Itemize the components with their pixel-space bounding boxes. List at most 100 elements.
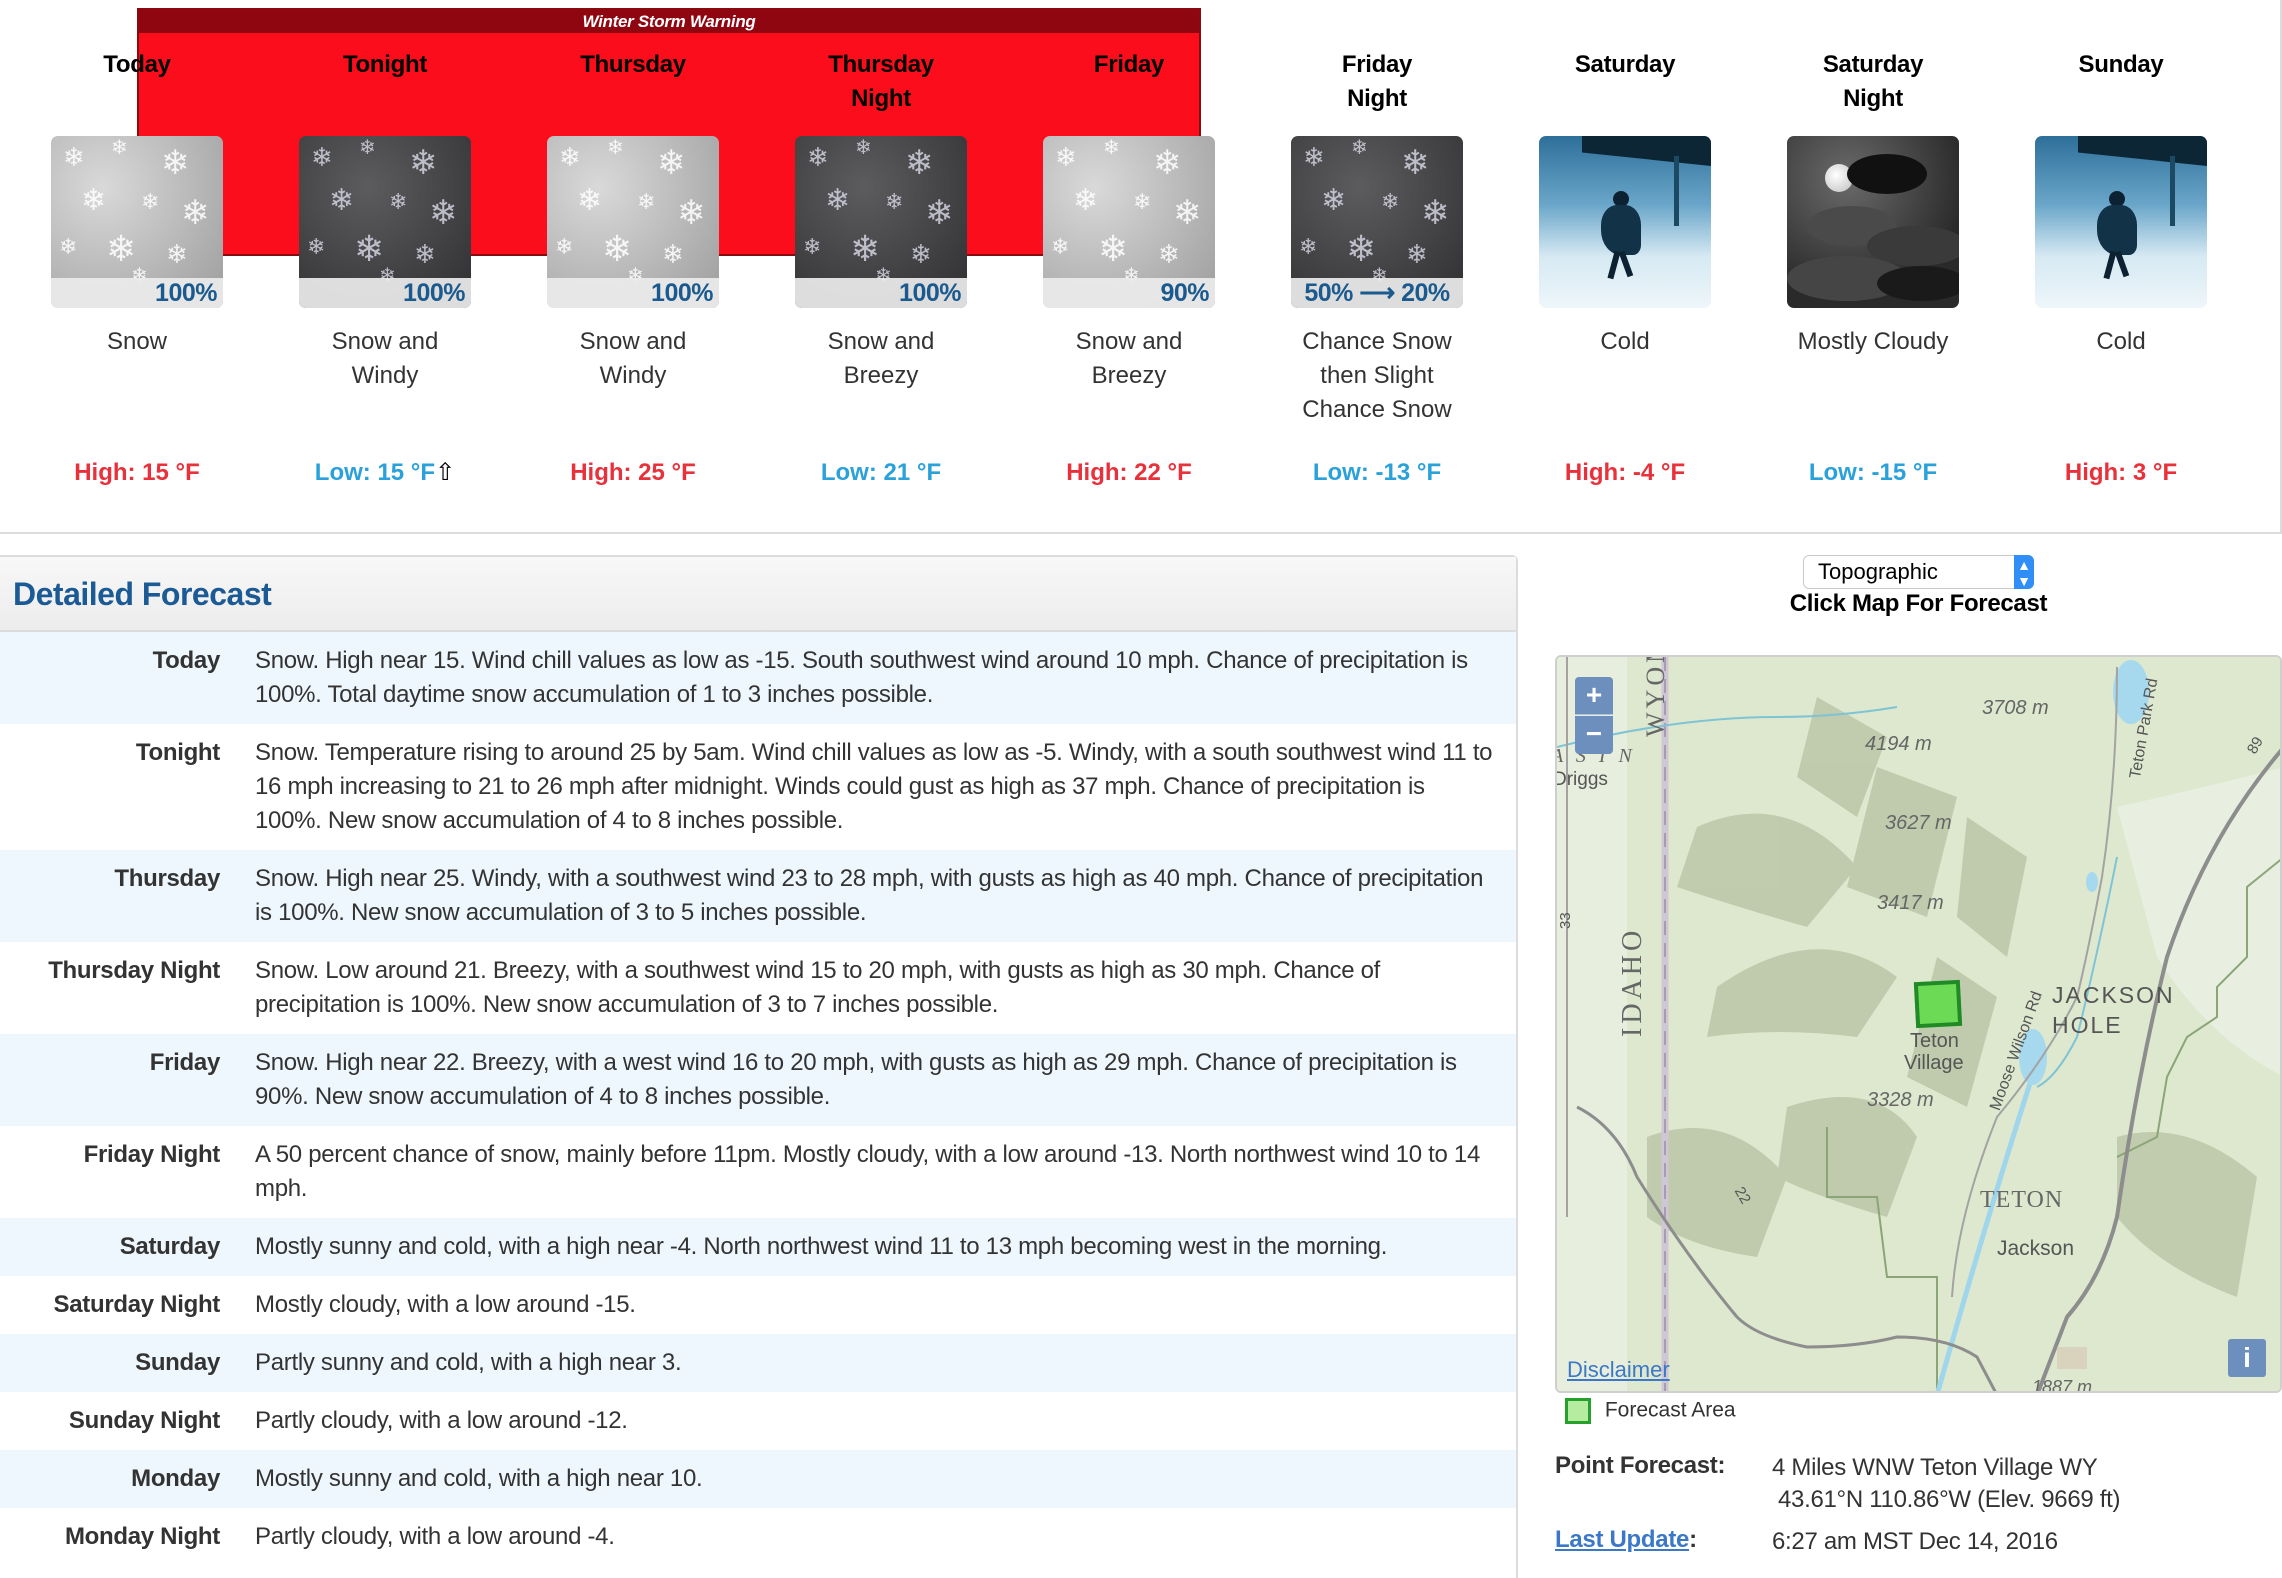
last-update-link[interactable]: Last Update (1555, 1526, 1689, 1553)
high-temperature: High: 25 °F (509, 456, 757, 490)
disclaimer-link[interactable]: Disclaimer (1567, 1357, 1670, 1383)
map-info-button[interactable]: i (2228, 1339, 2266, 1377)
snowflake-icon: ❄ (1133, 189, 1152, 214)
forecast-period[interactable]: Tonight ❄ ❄ ❄ ❄ ❄ ❄ ❄ ❄ ❄ ❄ 100% Snow and Windy Low: 1… (261, 0, 509, 530)
high-temperature: High: -4 °F (1501, 456, 1749, 490)
detailed-forecast-panel: Detailed Forecast Today Snow. High near 1… (0, 555, 1518, 1578)
snowflake-icon: ❄ (389, 189, 408, 214)
cloudy-night-weather-icon[interactable] (1787, 136, 1959, 308)
snowflake-icon: ❄ (1051, 234, 1070, 259)
period-name: Thursday Night (757, 48, 1005, 116)
detailed-forecast-row: Saturday Mostly sunny and cold, with a hi… (0, 1218, 1516, 1276)
point-forecast-location: 4 Miles WNW Teton Village WY (1772, 1454, 2098, 1481)
awning-shape (2078, 136, 2207, 166)
row-forecast-text: Mostly cloudy, with a low around -15. (255, 1291, 636, 1318)
snowflake-icon: ❄ (559, 142, 581, 172)
detailed-forecast-row: Tonight Snow. Temperature rising to aroun… (0, 724, 1516, 850)
cold-weather-icon[interactable] (1539, 136, 1711, 308)
forecast-area-swatch-icon (1565, 1398, 1591, 1424)
snowflake-icon: ❄ (59, 234, 78, 259)
row-forecast-text: Snow. High near 22. Breezy, with a west … (255, 1049, 1457, 1110)
period-short-forecast: Snow and Breezy (757, 325, 1005, 393)
row-forecast-text: Partly cloudy, with a low around -4. (255, 1523, 615, 1550)
snowflake-icon: ❄ (657, 144, 686, 182)
forecast-period[interactable]: Thursday Night ❄ ❄ ❄ ❄ ❄ ❄ ❄ ❄ ❄ ❄ 100% Snow and Breez… (757, 0, 1005, 530)
snowflake-icon: ❄ (1173, 194, 1202, 232)
map-label-wyoming: WYOM (1641, 655, 1670, 737)
snowflake-icon: ❄ (1321, 184, 1347, 217)
detailed-forecast-row: Friday Snow. High near 22. Breezy, with a… (0, 1034, 1516, 1126)
forecast-area-marker[interactable] (1913, 979, 1963, 1029)
forecast-period[interactable]: Saturday Night Mostly Cloudy Low: -15 °F (1749, 0, 1997, 530)
pole-shape (1674, 156, 1679, 226)
snowflake-icon: ❄ (1421, 194, 1450, 232)
low-temperature: Low: -15 °F (1749, 456, 1997, 490)
map-type-select[interactable]: Topographic ▲ ▼ (1803, 555, 2034, 589)
map-label-elevation-4194: 4194 m (1865, 733, 1932, 755)
row-period-label: Thursday (114, 865, 220, 892)
snowflake-icon: ❄ (307, 234, 326, 259)
map-label-jackson: Jackson (1997, 1237, 2075, 1260)
forecast-period[interactable]: Sunday Cold High: 3 °F (1997, 0, 2245, 530)
precip-chance: 100% (299, 278, 471, 308)
high-temperature: High: 22 °F (1005, 456, 1253, 490)
map-label-jackson-hole: JACKSON (2052, 982, 2175, 1008)
map-type-value: Topographic (1818, 559, 1938, 584)
detailed-forecast-row: Sunday Partly sunny and cold, with a high… (0, 1334, 1516, 1392)
row-period-label: Saturday (119, 1233, 221, 1260)
snow-day-weather-icon[interactable]: ❄ ❄ ❄ ❄ ❄ ❄ ❄ ❄ ❄ ❄ 100% (51, 136, 223, 308)
snow-night-weather-icon[interactable]: ❄ ❄ ❄ ❄ ❄ ❄ ❄ ❄ ❄ ❄ 100% (299, 136, 471, 308)
snowflake-icon: ❄ (1299, 234, 1318, 259)
low-temperature: Low: 21 °F (757, 456, 1005, 490)
snowflake-icon: ❄ (359, 137, 376, 159)
map-label-elevation-3627: 3627 m (1885, 812, 1952, 834)
snow-night-weather-icon[interactable]: ❄ ❄ ❄ ❄ ❄ ❄ ❄ ❄ ❄ ❄ 100% (795, 136, 967, 308)
map-label-highway-33: 33 (1557, 912, 1574, 929)
row-forecast-text: Snow. High near 15. Wind chill values as… (255, 647, 1468, 708)
forecast-period[interactable]: Friday Night ❄ ❄ ❄ ❄ ❄ ❄ ❄ ❄ ❄ ❄ 50% ⟶ 20% Chance Sno… (1253, 0, 1501, 530)
snowflake-icon: ❄ (1103, 137, 1120, 159)
row-forecast-text: Snow. Temperature rising to around 25 by… (255, 739, 1493, 834)
period-name-line: Tonight (342, 51, 428, 78)
forecast-period[interactable]: Thursday ❄ ❄ ❄ ❄ ❄ ❄ ❄ ❄ ❄ ❄ 100% Snow and Windy High:… (509, 0, 757, 530)
row-period-label: Friday Night (83, 1141, 221, 1168)
forecast-period[interactable]: Today ❄ ❄ ❄ ❄ ❄ ❄ ❄ ❄ ❄ ❄ 100% Snow High: 15 °F (13, 0, 261, 530)
snowflake-icon: ❄ (161, 144, 190, 182)
period-name-line: Sunday (2078, 51, 2164, 78)
row-period-label: Sunday Night (68, 1407, 220, 1434)
detailed-forecast-row: Monday Mostly sunny and cold, with a high… (0, 1450, 1516, 1508)
temperature-value: High: 15 °F (74, 459, 200, 486)
cold-weather-icon[interactable] (2035, 136, 2207, 308)
short-forecast-line: Cold (2096, 328, 2146, 355)
forecast-period[interactable]: Friday ❄ ❄ ❄ ❄ ❄ ❄ ❄ ❄ ❄ ❄ 90% Snow and Breezy High: 2… (1005, 0, 1253, 530)
snow-day-weather-icon[interactable]: ❄ ❄ ❄ ❄ ❄ ❄ ❄ ❄ ❄ ❄ 100% (547, 136, 719, 308)
snowflake-icon: ❄ (1346, 228, 1377, 269)
detailed-forecast-title: Detailed Forecast (13, 576, 272, 612)
map-label-teton-county: TETON (1980, 1187, 2064, 1213)
forecast-period[interactable]: Saturday Cold High: -4 °F (1501, 0, 1749, 530)
short-forecast-line: Chance Snow (1302, 328, 1452, 355)
period-short-forecast: Snow and Windy (509, 325, 757, 393)
precip-chance: 90% (1043, 278, 1215, 308)
snow-day-weather-icon[interactable]: ❄ ❄ ❄ ❄ ❄ ❄ ❄ ❄ ❄ ❄ 90% (1043, 136, 1215, 308)
row-period-label: Sunday (135, 1349, 220, 1376)
snowflake-icon: ❄ (885, 189, 904, 214)
snow-night-weather-icon[interactable]: ❄ ❄ ❄ ❄ ❄ ❄ ❄ ❄ ❄ ❄ 50% ⟶ 20% (1291, 136, 1463, 308)
forecast-map[interactable]: WYOM IDAHO A S I N Driggs 3708 m 4194 m … (1555, 655, 2282, 1393)
zoom-in-button[interactable]: + (1575, 677, 1613, 715)
snowflake-icon: ❄ (166, 239, 188, 269)
snowflake-icon: ❄ (141, 189, 160, 214)
row-forecast-text: Snow. High near 25. Windy, with a southw… (255, 865, 1484, 926)
period-name: Thursday (509, 48, 757, 82)
snowflake-icon: ❄ (429, 194, 458, 232)
short-forecast-line: Snow and (827, 328, 935, 355)
select-arrows-icon: ▲ ▼ (2014, 555, 2034, 589)
snowflake-icon: ❄ (81, 184, 107, 217)
zoom-out-button[interactable]: − (1575, 716, 1613, 754)
snowflake-icon: ❄ (905, 144, 934, 182)
short-forecast-line: Snow and (579, 328, 687, 355)
short-forecast-line: Snow and (1075, 328, 1183, 355)
detailed-forecast-row: Thursday Night Snow. Low around 21. Breez… (0, 942, 1516, 1034)
snowflake-icon: ❄ (1153, 144, 1182, 182)
precip-chance: 100% (51, 278, 223, 308)
